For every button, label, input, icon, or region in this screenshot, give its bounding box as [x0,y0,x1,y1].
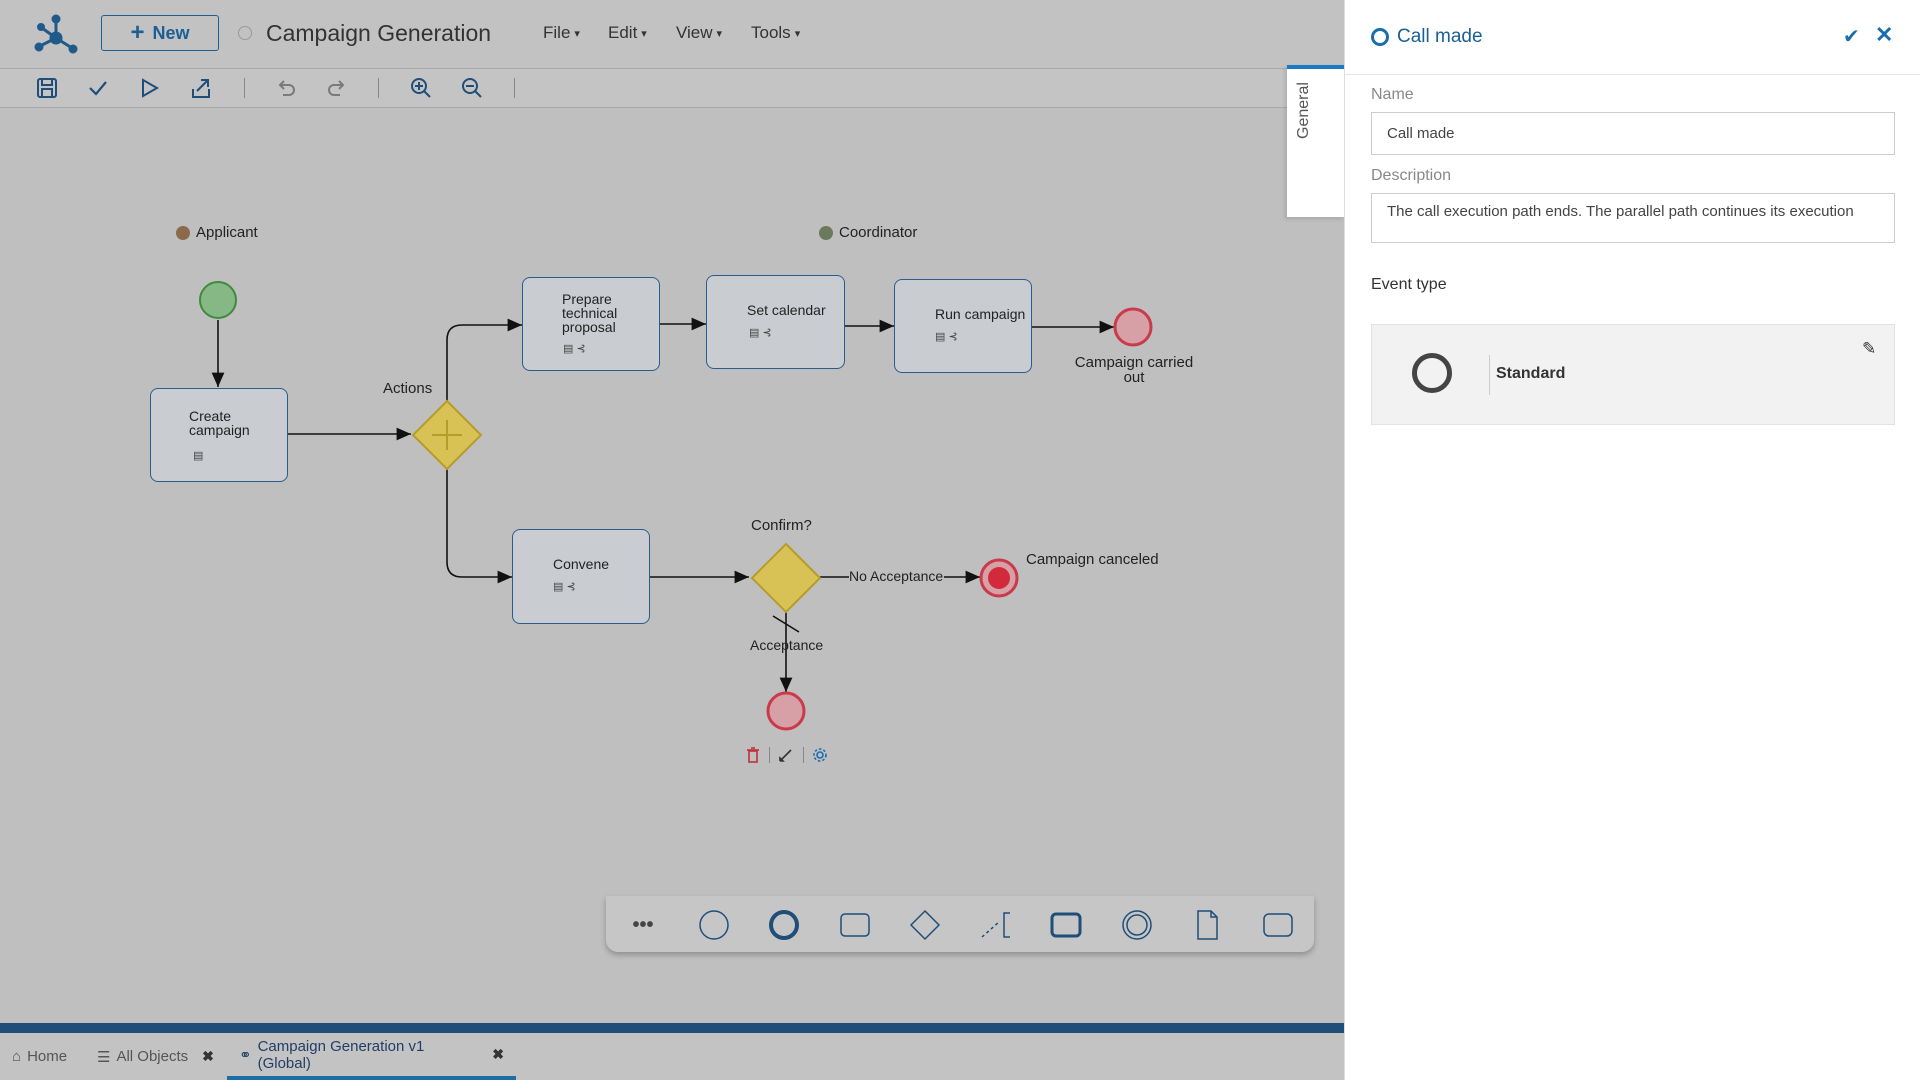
task-tool-icon[interactable] [838,908,872,942]
task-set-calendar[interactable]: Set calendar ▤ ⊰ [706,275,845,369]
plus-icon: + [130,19,145,46]
close-button[interactable]: ✕ [1875,22,1893,48]
close-icon[interactable]: ✖ [492,1046,504,1063]
zoom-out-icon[interactable] [460,76,484,100]
task-create-campaign[interactable]: Create campaign ▤ [150,388,288,482]
end-label-canceled: Campaign canceled [1026,551,1159,568]
event-type-label: Event type [1371,276,1447,293]
flow-label-no-acceptance: No Acceptance [849,568,944,584]
pencil-icon[interactable]: ✎ [1862,339,1876,359]
start-event[interactable] [199,281,237,319]
trash-icon[interactable] [746,747,760,763]
document-tabs: ⌂ Home ☰ All Objects ✖ ⚭ Campaign Genera… [0,1033,1344,1080]
validate-icon[interactable] [86,76,110,100]
app-logo-icon[interactable] [34,14,78,56]
redo-icon[interactable] [325,76,349,100]
data-object-tool-icon[interactable] [1190,908,1224,942]
context-pad [746,745,828,765]
event-type-value: Standard [1496,365,1566,382]
group-tool-icon[interactable] [1261,908,1295,942]
more-icon[interactable]: ••• [626,908,660,942]
flow-gateway-prepare[interactable] [446,318,522,401]
home-icon: ⌂ [12,1048,22,1065]
run-icon[interactable] [137,76,161,100]
element-palette: ••• [606,896,1314,952]
status-dot-icon [238,26,252,40]
chevron-down-icon: ▾ [794,27,801,40]
terminate-marker [988,567,1010,589]
process-editor: + New Campaign Generation File ▾ Edit ▾ Vi… [0,0,1344,1080]
task-convene[interactable]: Convene ▤ ⊰ [512,529,650,624]
tab-general[interactable]: General [1287,65,1345,217]
undo-icon[interactable] [274,76,298,100]
gear-icon[interactable] [812,747,828,763]
description-field[interactable]: The call execution path ends. The parall… [1371,193,1895,243]
toolbar-divider [378,78,379,98]
form-icon: ▤ [193,450,204,462]
save-icon[interactable] [35,76,59,100]
menu-file[interactable]: File ▾ [543,23,580,43]
end-event-carried-out[interactable] [1113,307,1153,347]
toolbar-divider [244,78,245,98]
confirm-button[interactable]: ✔ [1843,24,1860,49]
export-icon[interactable] [189,76,213,100]
new-button[interactable]: + New [101,15,219,51]
panel-title: Call made [1371,26,1483,48]
top-bar: + New Campaign Generation File ▾ Edit ▾ Vi… [0,0,1344,69]
flow-label-acceptance: Acceptance [750,637,824,653]
gateway-tool-icon[interactable] [908,908,942,942]
gateway-label-confirm: Confirm? [751,517,812,534]
divider [1489,355,1490,395]
avatar [176,225,190,240]
lane-coordinator: Coordinator [819,224,917,241]
form-subprocess-icon: ▤ ⊰ [563,343,586,355]
properties-panel: Call made ✔ ✕ Name Call made Description… [1344,0,1920,1080]
toolbar-divider [514,78,515,98]
page-title: Campaign Generation [266,20,492,46]
progress-bar [0,1023,1344,1033]
tab-home[interactable]: ⌂ Home [12,1033,67,1080]
task-prepare-proposal[interactable]: Prepare technical proposal ▤ ⊰ [522,277,660,371]
zoom-in-icon[interactable] [409,76,433,100]
avatar [819,225,833,240]
end-event-tool-icon[interactable] [767,908,801,942]
process-icon: ⚭ [239,1046,252,1064]
tab-all-objects[interactable]: ☰ All Objects ✖ [97,1033,214,1080]
gateway-label-actions: Actions [383,380,433,397]
list-icon: ☰ [97,1048,111,1066]
end-label-carried-out: Campaign carried out [1074,354,1194,386]
task-run-campaign[interactable]: Run campaign ▤ ⊰ [894,279,1032,373]
standard-event-icon [1412,353,1452,393]
form-subprocess-icon: ▤ ⊰ [553,581,576,593]
event-icon [1371,28,1389,46]
form-subprocess-icon: ▤ ⊰ [749,327,772,339]
name-field[interactable]: Call made [1371,112,1895,155]
chevron-down-icon: ▾ [716,27,723,40]
lane-applicant: Applicant [176,224,258,241]
description-label: Description [1371,167,1452,184]
pencil-icon[interactable] [778,747,794,763]
annotation-tool-icon[interactable] [979,908,1013,942]
diagram-canvas[interactable]: Applicant Coordinator Create campaign ▤ … [0,108,1344,1022]
name-label: Name [1371,86,1414,103]
chevron-down-icon: ▾ [574,27,580,40]
tab-campaign-generation[interactable]: ⚭ Campaign Generation v1 (Global) ✖ [227,1033,516,1080]
subprocess-tool-icon[interactable] [1049,908,1083,942]
intermediate-event-tool-icon[interactable] [1120,908,1154,942]
end-event-call-made[interactable] [766,691,806,731]
event-type-card: Standard ✎ [1371,324,1895,425]
menu-tools[interactable]: Tools ▾ [751,23,800,43]
form-subprocess-icon: ▤ ⊰ [935,331,958,343]
chevron-down-icon: ▾ [641,27,647,40]
flow-gateway-convene[interactable] [446,469,512,584]
menu-edit[interactable]: Edit ▾ [608,23,647,43]
start-event-tool-icon[interactable] [697,908,731,942]
close-icon[interactable]: ✖ [202,1048,214,1065]
exclusive-gateway-confirm[interactable] [750,542,822,614]
menu-view[interactable]: View ▾ [676,23,722,43]
